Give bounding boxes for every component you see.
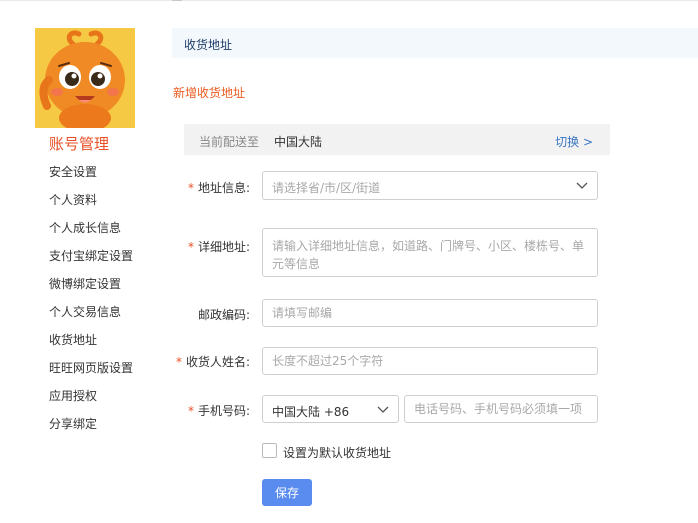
sidebar-menu: 安全设置 个人资料 个人成长信息 支付宝绑定设置 微博绑定设置 个人交易信息 收… bbox=[49, 162, 133, 442]
sidebar-item-app-auth[interactable]: 应用授权 bbox=[49, 386, 133, 414]
country-code-value: 中国大陆 +86 bbox=[272, 405, 350, 419]
sidebar-item-security[interactable]: 安全设置 bbox=[49, 162, 133, 190]
address-select-placeholder: 请选择省/市/区/街道 bbox=[272, 181, 381, 195]
zip-input[interactable] bbox=[263, 300, 597, 326]
new-address-link[interactable]: 新增收货地址 bbox=[173, 84, 245, 101]
detail-address-field[interactable] bbox=[262, 228, 598, 277]
chevron-down-icon bbox=[377, 406, 389, 413]
required-mark: * bbox=[187, 240, 194, 254]
recipient-name-input[interactable] bbox=[263, 348, 597, 374]
delivery-region: 中国大陆 bbox=[274, 135, 323, 149]
sidebar-item-wangwang[interactable]: 旺旺网页版设置 bbox=[49, 358, 133, 386]
detail-label: * 详细地址: bbox=[187, 240, 250, 254]
sidebar-item-profile[interactable]: 个人资料 bbox=[49, 190, 133, 218]
recipient-name-field[interactable] bbox=[262, 347, 598, 375]
mascot-image bbox=[35, 28, 135, 128]
phone-label: * 手机号码: bbox=[187, 404, 250, 418]
top-divider-mark bbox=[172, 0, 182, 1]
required-mark: * bbox=[187, 181, 194, 195]
recipient-name-label: * 收货人姓名: bbox=[175, 355, 250, 369]
delivery-label: 当前配送至 bbox=[199, 135, 260, 149]
sidebar-item-address[interactable]: 收货地址 bbox=[49, 330, 133, 358]
delivery-bar: 当前配送至 中国大陆 切换 > bbox=[184, 124, 610, 155]
save-button[interactable]: 保存 bbox=[262, 479, 312, 506]
zip-field[interactable] bbox=[262, 299, 598, 327]
default-address-checkbox[interactable] bbox=[262, 443, 277, 458]
switch-region-link[interactable]: 切换 > bbox=[555, 133, 593, 150]
sidebar-item-share[interactable]: 分享绑定 bbox=[49, 414, 133, 442]
detail-address-input[interactable] bbox=[263, 229, 597, 276]
sidebar-item-weibo[interactable]: 微博绑定设置 bbox=[49, 274, 133, 302]
default-address-label[interactable]: 设置为默认收货地址 bbox=[283, 444, 391, 461]
chevron-down-icon bbox=[576, 182, 588, 189]
account-management-title: 账号管理 bbox=[49, 135, 110, 153]
sidebar-item-growth[interactable]: 个人成长信息 bbox=[49, 218, 133, 246]
page-header: 收货地址 bbox=[172, 28, 698, 58]
sidebar-item-transactions[interactable]: 个人交易信息 bbox=[49, 302, 133, 330]
page-title: 收货地址 bbox=[184, 38, 233, 52]
address-select[interactable]: 请选择省/市/区/街道 bbox=[262, 171, 598, 200]
top-divider bbox=[0, 0, 698, 1]
phone-input[interactable] bbox=[405, 396, 597, 422]
country-code-select[interactable]: 中国大陆 +86 bbox=[262, 395, 399, 423]
required-mark: * bbox=[175, 355, 182, 369]
avatar bbox=[35, 28, 135, 128]
address-label: * 地址信息: bbox=[187, 181, 250, 195]
phone-field[interactable] bbox=[404, 395, 598, 423]
required-mark: * bbox=[187, 404, 194, 418]
zip-label: 邮政编码: bbox=[197, 308, 250, 322]
sidebar-item-alipay[interactable]: 支付宝绑定设置 bbox=[49, 246, 133, 274]
